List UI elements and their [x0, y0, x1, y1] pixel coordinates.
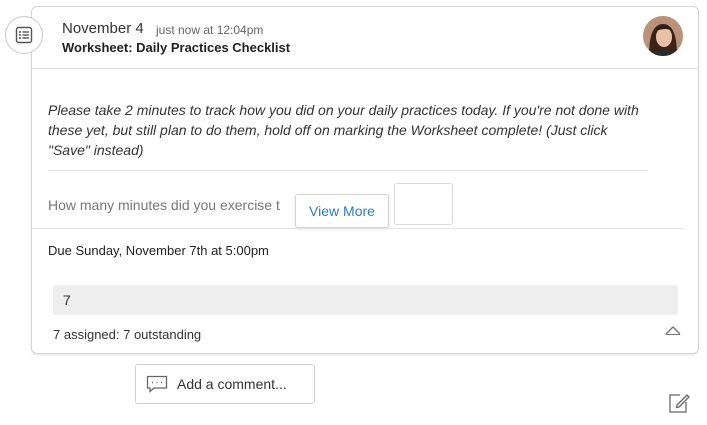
collapse-chevron-icon[interactable] — [665, 323, 681, 335]
assigned-count: 7 — [63, 292, 71, 308]
due-date: Due Sunday, November 7th at 5:00pm — [48, 243, 269, 258]
add-comment-label: Add a comment... — [177, 376, 287, 392]
view-more-button[interactable]: View More — [295, 194, 389, 228]
worksheet-question: How many minutes did you exercise t — [48, 197, 280, 213]
post-title[interactable]: Worksheet: Daily Practices Checklist — [62, 40, 290, 55]
divider — [32, 228, 683, 229]
worksheet-card: November 4 just now at 12:04pm Worksheet… — [31, 6, 699, 354]
post-date: November 4 — [62, 20, 144, 37]
list-icon — [5, 16, 43, 54]
add-comment-button[interactable]: Add a comment... — [135, 364, 315, 404]
assigned-count-bar[interactable]: 7 — [53, 285, 678, 315]
comment-icon — [146, 375, 168, 393]
answer-box — [394, 183, 453, 225]
divider — [48, 170, 648, 171]
worksheet-instructions: Please take 2 minutes to track how you d… — [48, 102, 639, 158]
avatar[interactable] — [643, 16, 683, 56]
post-time: just now at 12:04pm — [156, 23, 264, 37]
edit-icon[interactable] — [668, 392, 690, 414]
assigned-summary: 7 assigned: 7 outstanding — [53, 327, 202, 342]
post-header: November 4 just now at 12:04pm Worksheet… — [32, 7, 698, 69]
